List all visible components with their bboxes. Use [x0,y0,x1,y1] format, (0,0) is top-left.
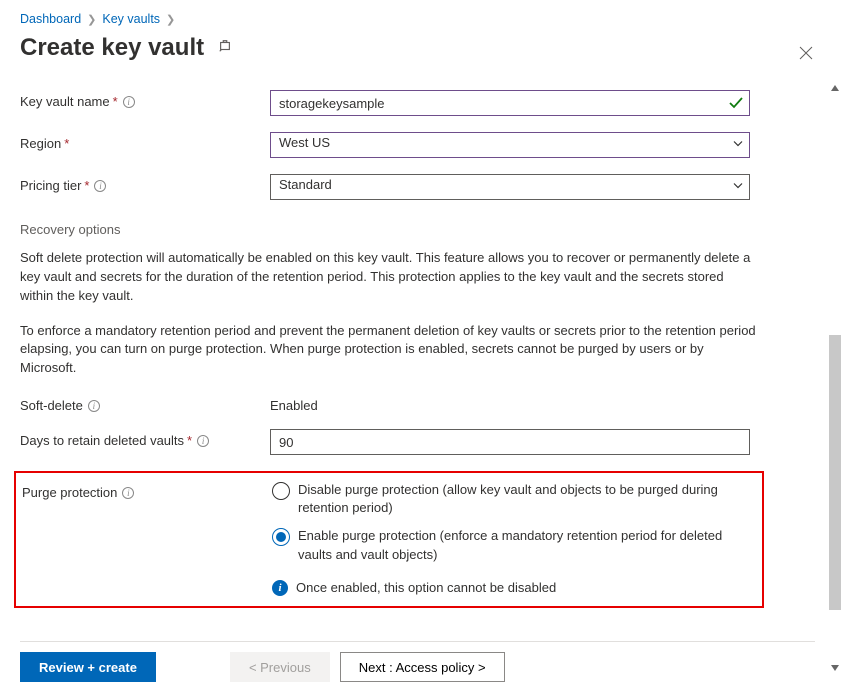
radio-enable-label: Enable purge protection (enforce a manda… [298,527,752,563]
radio-icon [272,528,290,546]
required-asterisk: * [113,94,118,109]
required-asterisk: * [84,178,89,193]
info-icon[interactable]: i [197,435,209,447]
region-dropdown[interactable]: West US [270,132,750,158]
breadcrumb-keyvaults[interactable]: Key vaults [102,12,160,26]
scroll-down-icon[interactable] [827,660,843,676]
label-pricing-tier: Pricing tier [20,178,81,193]
days-retain-input[interactable] [270,429,750,455]
label-soft-delete: Soft-delete [20,398,83,413]
recovery-para-2: To enforce a mandatory retention period … [20,322,760,379]
label-region: Region [20,136,61,151]
required-asterisk: * [187,433,192,448]
chevron-right-icon: ❯ [87,13,96,26]
info-icon[interactable]: i [94,180,106,192]
recovery-para-1: Soft delete protection will automaticall… [20,249,760,306]
required-asterisk: * [64,136,69,151]
info-filled-icon: i [272,580,288,596]
pricing-tier-value: Standard [279,177,332,192]
kv-name-input[interactable] [270,90,750,116]
breadcrumb: Dashboard ❯ Key vaults ❯ [20,12,817,26]
review-create-button[interactable]: Review + create [20,652,156,682]
region-value: West US [279,135,330,150]
next-button[interactable]: Next : Access policy > [340,652,505,682]
scroll-up-icon[interactable] [827,80,843,96]
page-title: Create key vault [20,34,204,62]
footer-separator [20,641,815,642]
info-icon[interactable]: i [123,96,135,108]
close-icon[interactable] [799,46,813,65]
scroll-thumb[interactable] [829,335,841,610]
label-purge-protection: Purge protection [22,485,117,500]
radio-icon [272,482,290,500]
label-kv-name: Key vault name [20,94,110,109]
previous-button: < Previous [230,652,330,682]
label-days-retain: Days to retain deleted vaults [20,433,184,448]
info-icon[interactable]: i [122,487,134,499]
check-icon [728,95,744,111]
radio-enable-purge[interactable]: Enable purge protection (enforce a manda… [272,527,752,563]
chevron-right-icon: ❯ [166,13,175,26]
purge-note: Once enabled, this option cannot be disa… [296,580,556,595]
recovery-options-heading: Recovery options [20,222,817,237]
breadcrumb-dashboard[interactable]: Dashboard [20,12,81,26]
radio-disable-purge[interactable]: Disable purge protection (allow key vaul… [272,481,752,517]
scrollbar[interactable] [827,0,843,696]
purge-protection-highlight: Purge protection i Disable purge protect… [14,471,764,608]
pin-icon[interactable] [218,39,232,57]
info-icon[interactable]: i [88,400,100,412]
radio-disable-label: Disable purge protection (allow key vaul… [298,481,752,517]
soft-delete-value: Enabled [270,394,750,413]
pricing-tier-dropdown[interactable]: Standard [270,174,750,200]
